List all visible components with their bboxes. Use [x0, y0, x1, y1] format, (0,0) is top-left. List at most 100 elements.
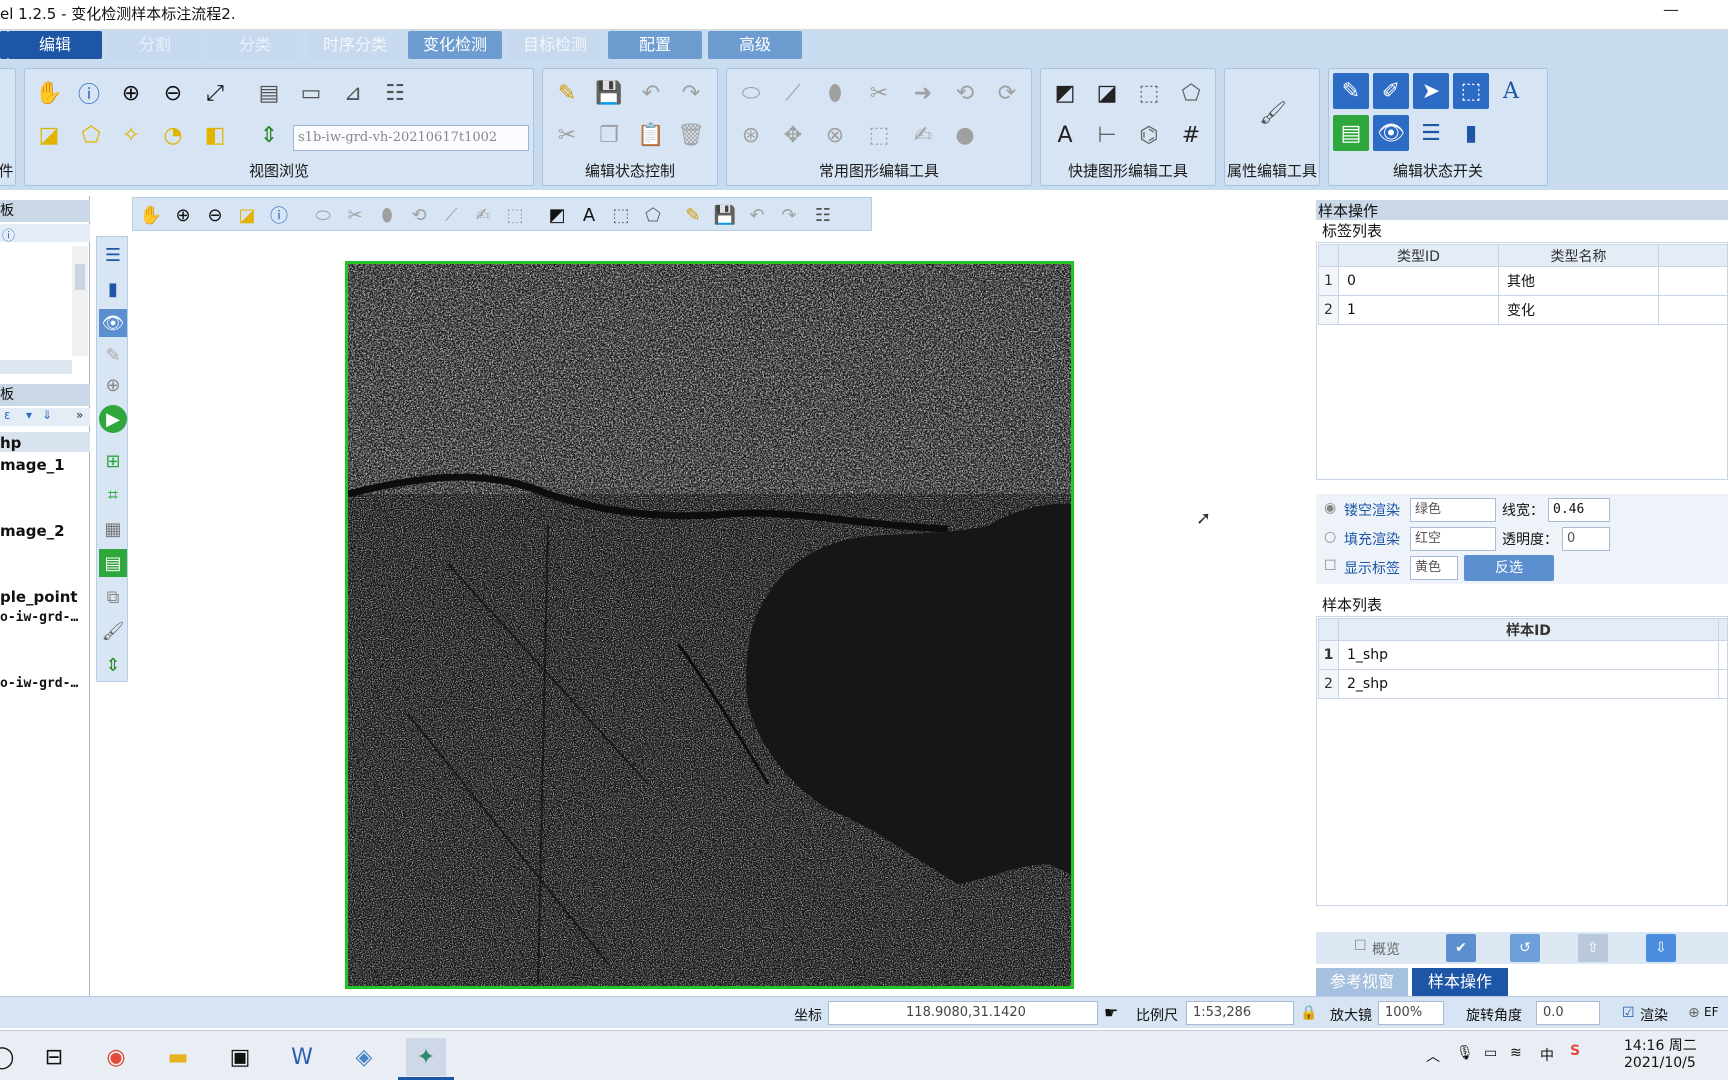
task-view-icon[interactable]: ⊟: [34, 1038, 74, 1076]
list-view-icon[interactable]: ☰: [1413, 115, 1449, 151]
undo-sample-icon[interactable]: ↺: [1510, 934, 1540, 962]
layer-item-image-2[interactable]: mage_2: [0, 522, 65, 540]
label-text-icon[interactable]: A: [1493, 73, 1529, 109]
zoom-out-icon[interactable]: ⊖: [201, 201, 229, 229]
move-down-icon[interactable]: ⇓: [42, 408, 52, 422]
measure-angle-icon[interactable]: ⊿: [335, 75, 371, 111]
add-vertex-icon[interactable]: ⊛: [733, 117, 769, 153]
type-name-cell[interactable]: 变化: [1498, 295, 1659, 325]
draw-rect-plus-icon[interactable]: ◪: [1089, 75, 1125, 111]
select-rect-icon[interactable]: ◪: [233, 201, 261, 229]
type-name-cell[interactable]: 其他: [1498, 266, 1659, 296]
copy-icon[interactable]: ❐: [591, 117, 627, 153]
smooth-shape-icon[interactable]: ●: [947, 117, 983, 153]
tab-timeseries[interactable]: 时序分类: [308, 31, 402, 59]
eye-visibility-icon[interactable]: 👁: [1373, 115, 1409, 151]
remove-vertex-icon[interactable]: ⊗: [817, 117, 853, 153]
rotate-shape-icon[interactable]: ⟲: [405, 201, 433, 229]
bar-chart-icon[interactable]: ▮: [1453, 115, 1489, 151]
select-shape-icon[interactable]: ⬚: [607, 201, 635, 229]
tab-config[interactable]: 配置: [608, 31, 702, 59]
vertical-scrollbar[interactable]: [72, 246, 88, 356]
draw-rect-icon[interactable]: ◩: [543, 201, 571, 229]
brush-tool-icon[interactable]: 🖌: [99, 617, 127, 645]
attribute-table-icon[interactable]: ☷: [809, 201, 837, 229]
identify-info-icon[interactable]: ⓘ: [71, 75, 107, 111]
ime-indicator[interactable]: 中: [1540, 1045, 1554, 1065]
snap-line-icon[interactable]: ⊢: [1089, 117, 1125, 153]
label-color-select[interactable]: 黄色: [1410, 556, 1458, 580]
table-row[interactable]: 1 1_shp: [1318, 640, 1728, 670]
camera-app-icon[interactable]: ▣: [220, 1038, 260, 1076]
tab-reference-view[interactable]: 参考视窗: [1316, 968, 1408, 996]
layer-combo[interactable]: s1b-iw-grd-vh-20210617t1002: [293, 125, 529, 151]
chrome-icon[interactable]: ◉: [96, 1038, 136, 1076]
active-app-icon[interactable]: ✦: [406, 1038, 446, 1076]
table-row[interactable]: 2 1 变化: [1318, 295, 1728, 325]
tab-advanced[interactable]: 高级: [708, 31, 802, 59]
confirm-check-icon[interactable]: ✔: [1446, 934, 1476, 962]
reshape-icon[interactable]: ⬭: [309, 201, 337, 229]
measure-length-icon[interactable]: ▭: [293, 75, 329, 111]
sample-id-cell[interactable]: 1_shp: [1338, 640, 1719, 670]
split-line-icon[interactable]: ⟋: [775, 75, 811, 111]
layer-switch-icon[interactable]: ⇕: [99, 651, 127, 679]
sogou-icon[interactable]: S: [1570, 1043, 1580, 1059]
brush-icon[interactable]: ✎: [99, 341, 127, 369]
crop-icon[interactable]: ⌗: [99, 481, 127, 509]
delete-icon[interactable]: 🗑: [673, 117, 709, 153]
layer-item-grd-2[interactable]: o-iw-grd-…: [0, 676, 78, 691]
wifi-icon[interactable]: ≋: [1510, 1045, 1522, 1061]
coord-field[interactable]: 118.9080,31.1420: [828, 1001, 1098, 1025]
edit-attributes-icon[interactable]: ✍: [469, 201, 497, 229]
scale-select[interactable]: 1:53,286: [1186, 1001, 1294, 1025]
search-icon[interactable]: ◯: [0, 1038, 22, 1076]
target-icon[interactable]: ⊕: [99, 371, 127, 399]
save-edits-icon[interactable]: 💾: [591, 75, 627, 111]
select-rect-icon[interactable]: ◪: [31, 117, 67, 153]
select-polygon-icon[interactable]: ⬠: [73, 117, 109, 153]
redo-icon[interactable]: ↷: [673, 75, 709, 111]
list-view-icon[interactable]: ☰: [99, 241, 127, 269]
text-annotation-icon[interactable]: A: [1047, 117, 1083, 153]
clipboard-icon[interactable]: ▤: [99, 549, 127, 577]
layer-item-sample-point[interactable]: ple_point: [0, 588, 78, 606]
layer-item-image-1[interactable]: mage_1: [0, 456, 65, 474]
identify-info-icon[interactable]: ⓘ: [265, 201, 293, 229]
text-annotation-icon[interactable]: A: [575, 201, 603, 229]
lock-icon[interactable]: 🔒: [1300, 1005, 1317, 1021]
layer-item-shp[interactable]: hp: [0, 434, 21, 452]
move-shape-icon[interactable]: ➜: [905, 75, 941, 111]
undo-icon[interactable]: ↶: [633, 75, 669, 111]
horizontal-scrollbar[interactable]: [0, 360, 72, 374]
split-line-icon[interactable]: ⟋: [437, 201, 465, 229]
move-up-icon[interactable]: ⇧: [1578, 934, 1608, 962]
sar-image-canvas[interactable]: [345, 261, 1074, 989]
pan-hand-icon[interactable]: ✋: [31, 75, 67, 111]
draw-rect-icon[interactable]: ◩: [1047, 75, 1083, 111]
clock-date[interactable]: 2021/10/5: [1624, 1055, 1696, 1071]
bounding-box-icon[interactable]: ⬚: [861, 117, 897, 153]
full-extent-icon[interactable]: ⤢: [197, 75, 233, 111]
sample-id-cell[interactable]: 2_shp: [1338, 669, 1719, 699]
vertex-edit-icon[interactable]: ✥: [775, 117, 811, 153]
extra-cell[interactable]: [1718, 640, 1728, 670]
cut-shape-icon[interactable]: ✂: [861, 75, 897, 111]
bar-chart-icon[interactable]: ▮: [99, 275, 127, 303]
invert-selection-button[interactable]: 反选: [1464, 555, 1554, 581]
select-vertex-icon[interactable]: ⬠: [639, 201, 667, 229]
reshape-icon[interactable]: ⬭: [733, 75, 769, 111]
grid-select-icon[interactable]: ▦: [99, 515, 127, 543]
edit-mode-icon[interactable]: ✎: [1333, 73, 1369, 109]
grid-copy-icon[interactable]: ⧉: [99, 583, 127, 611]
extra-cell[interactable]: [1658, 295, 1728, 325]
undo-icon[interactable]: ↶: [743, 201, 771, 229]
merge-shape-icon[interactable]: ⬮: [817, 75, 853, 111]
rotation-input[interactable]: 0.0: [1536, 1001, 1600, 1025]
microphone-icon[interactable]: 🎙: [1456, 1045, 1474, 1061]
pointer-icon[interactable]: ☛: [1104, 1003, 1118, 1022]
render-checkbox[interactable]: ☑: [1622, 1005, 1635, 1021]
pan-hand-icon[interactable]: ✋: [137, 201, 165, 229]
deselect-icon[interactable]: ◧: [197, 117, 233, 153]
zoom-in-icon[interactable]: ⊕: [113, 75, 149, 111]
